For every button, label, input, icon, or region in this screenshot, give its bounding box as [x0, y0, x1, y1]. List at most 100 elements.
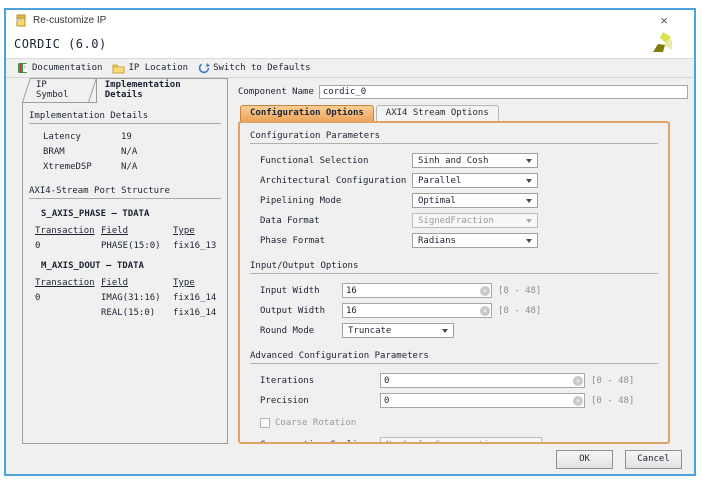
coarse-rotation-checkbox[interactable]: [260, 418, 270, 428]
chevron-down-icon: [526, 219, 532, 223]
documentation-button[interactable]: Documentation: [12, 61, 107, 75]
functional-selection-dropdown[interactable]: Sinh and Cosh: [412, 153, 538, 168]
input-width-input[interactable]: [342, 283, 492, 298]
precision-input[interactable]: [380, 393, 585, 408]
chevron-down-icon: [526, 239, 532, 243]
latency-label: Latency: [43, 132, 121, 142]
clear-icon[interactable]: ×: [573, 376, 583, 386]
output-width-label: Output Width: [260, 306, 342, 316]
right-panel: Component Name Configuration Options AXI…: [238, 84, 688, 444]
iterations-input[interactable]: [380, 373, 585, 388]
pipelining-mode-label: Pipelining Mode: [260, 196, 412, 206]
ip-location-label: IP Location: [128, 63, 188, 73]
switch-to-defaults-label: Switch to Defaults: [213, 63, 311, 73]
implementation-details-panel: Implementation Details Latency 19 BRAM N…: [22, 102, 228, 444]
phase-format-dropdown[interactable]: Radians: [412, 233, 538, 248]
round-mode-label: Round Mode: [260, 326, 342, 336]
pipelining-mode-dropdown[interactable]: Optimal: [412, 193, 538, 208]
output-width-field: ×: [342, 303, 492, 318]
ip-title: CORDIC (6.0): [14, 37, 107, 51]
table-cell: 0: [35, 293, 101, 303]
coarse-rotation-label: Coarse Rotation: [275, 418, 356, 428]
clear-icon[interactable]: ×: [573, 396, 583, 406]
implementation-details-heading: Implementation Details: [29, 111, 221, 124]
data-format-dropdown: SignedFraction: [412, 213, 538, 228]
table-cell: fix16_14: [173, 308, 221, 318]
precision-label: Precision: [260, 396, 380, 406]
input-width-range: [8 - 48]: [498, 286, 541, 296]
round-mode-dropdown[interactable]: Truncate: [342, 323, 454, 338]
title-bar: Re-customize IP ×: [6, 10, 694, 30]
component-name-input[interactable]: [319, 85, 688, 99]
ip-location-button[interactable]: IP Location: [107, 62, 193, 75]
output-width-range: [8 - 48]: [498, 306, 541, 316]
close-icon[interactable]: ×: [660, 14, 668, 27]
functional-selection-label: Functional Selection: [260, 156, 412, 166]
precision-field: ×: [380, 393, 585, 408]
switch-to-defaults-button[interactable]: Switch to Defaults: [193, 61, 316, 75]
s-axis-phase-title: S_AXIS_PHASE — TDATA: [29, 209, 221, 219]
dialog-window-icon: [16, 14, 27, 27]
dropdown-value: Parallel: [418, 176, 461, 186]
ok-button[interactable]: OK: [556, 450, 613, 469]
dropdown-value: SignedFraction: [418, 216, 494, 226]
component-name-row: Component Name: [238, 84, 688, 100]
refresh-icon: [198, 62, 210, 74]
window-title: Re-customize IP: [33, 15, 106, 26]
left-panel: IP Symbol Implementation Details Impleme…: [22, 84, 228, 444]
data-format-row: Data Format SignedFraction: [250, 213, 658, 228]
dropdown-value: Radians: [418, 236, 456, 246]
chevron-down-icon: [442, 329, 448, 333]
iterations-range: [0 - 48]: [591, 376, 634, 386]
dialog-footer: OK Cancel: [6, 444, 694, 474]
tab-ip-symbol-label: IP Symbol: [36, 80, 83, 100]
xtremedsp-row: XtremeDSP N/A: [29, 162, 221, 172]
xilinx-logo-icon: [650, 31, 676, 57]
latency-value: 19: [121, 132, 221, 142]
ip-header: CORDIC (6.0): [6, 30, 694, 58]
m-axis-dout-title: M_AXIS_DOUT — TDATA: [29, 261, 221, 271]
col-field: Field: [101, 278, 173, 288]
tab-ip-symbol[interactable]: IP Symbol: [22, 78, 97, 102]
tab-implementation-details[interactable]: Implementation Details: [96, 78, 228, 103]
architectural-configuration-dropdown[interactable]: Parallel: [412, 173, 538, 188]
architectural-configuration-row: Architectural Configuration Parallel: [250, 173, 658, 188]
input-width-label: Input Width: [260, 286, 342, 296]
phase-format-label: Phase Format: [260, 236, 412, 246]
tab-configuration-options[interactable]: Configuration Options: [240, 105, 374, 121]
tab-axi4-stream-options[interactable]: AXI4 Stream Options: [376, 105, 499, 121]
cancel-button[interactable]: Cancel: [625, 450, 682, 469]
output-width-row: Output Width × [8 - 48]: [250, 303, 658, 318]
options-tabs: Configuration Options AXI4 Stream Option…: [240, 105, 688, 121]
output-width-input[interactable]: [342, 303, 492, 318]
iterations-row: Iterations × [0 - 48]: [250, 373, 658, 388]
coarse-rotation-row: Coarse Rotation: [250, 416, 658, 429]
advanced-configuration-heading: Advanced Configuration Parameters: [250, 351, 658, 364]
xtremedsp-label: XtremeDSP: [43, 162, 121, 172]
tab-implementation-details-label: Implementation Details: [105, 80, 181, 100]
col-type: Type: [173, 278, 221, 288]
data-format-label: Data Format: [260, 216, 412, 226]
component-name-label: Component Name: [238, 87, 314, 97]
iterations-label: Iterations: [260, 376, 380, 386]
bram-value: N/A: [121, 147, 221, 157]
dropdown-value: Optimal: [418, 196, 456, 206]
col-type: Type: [173, 226, 221, 236]
precision-range: [0 - 48]: [591, 396, 634, 406]
col-transaction: Transaction: [35, 278, 101, 288]
bram-label: BRAM: [43, 147, 121, 157]
dropdown-value: Truncate: [348, 326, 391, 336]
left-panel-tabs: IP Symbol Implementation Details: [26, 84, 228, 102]
table-cell: [35, 308, 101, 318]
table-cell: PHASE(15:0): [101, 241, 173, 251]
bram-row: BRAM N/A: [29, 147, 221, 157]
table-cell: REAL(15:0): [101, 308, 173, 318]
input-width-field: ×: [342, 283, 492, 298]
table-cell: IMAG(31:16): [101, 293, 173, 303]
folder-icon: [112, 63, 125, 74]
iterations-field: ×: [380, 373, 585, 388]
clear-icon[interactable]: ×: [480, 306, 490, 316]
recustomize-ip-dialog: Re-customize IP × CORDIC (6.0) Documenta…: [4, 8, 696, 476]
tab-configuration-options-label: Configuration Options: [250, 108, 364, 118]
clear-icon[interactable]: ×: [480, 286, 490, 296]
